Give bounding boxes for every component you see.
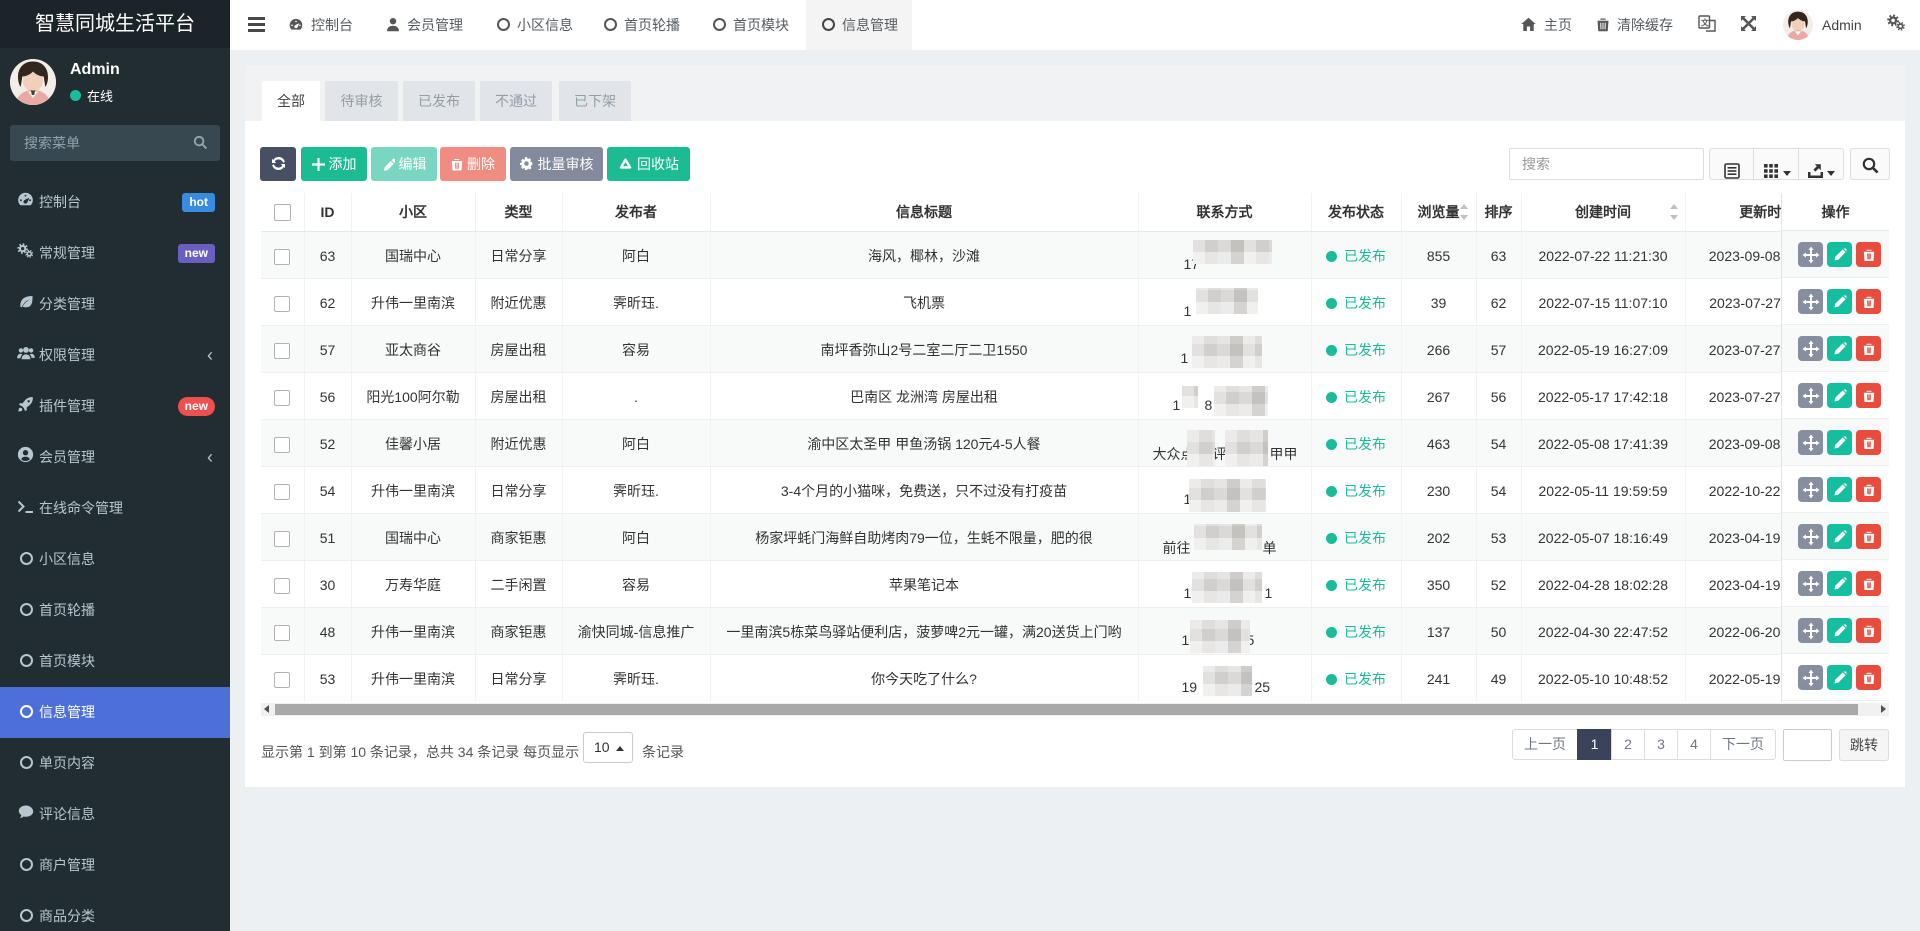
svg-text:文: 文 [1701, 18, 1710, 28]
